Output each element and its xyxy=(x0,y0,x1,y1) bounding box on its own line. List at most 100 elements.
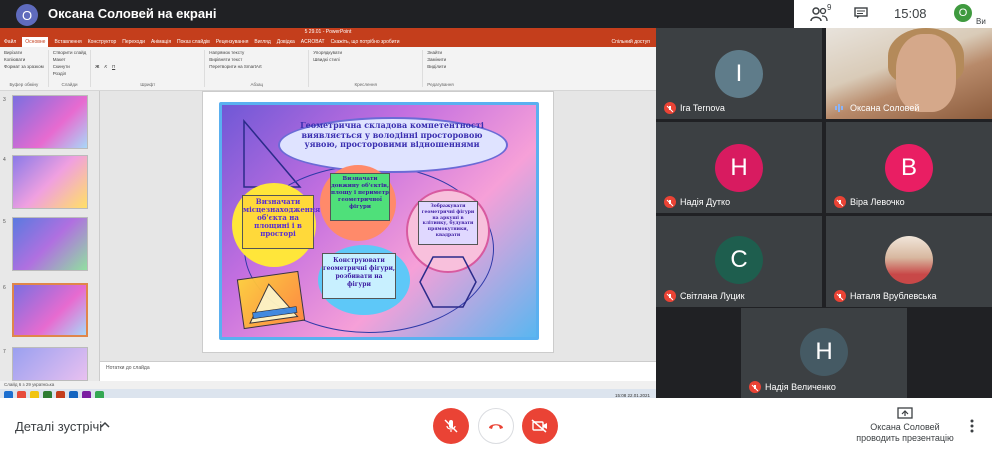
bottom-bar: Деталі зустрічі Оксана Соловей проводить… xyxy=(0,398,992,457)
mic-toggle-button[interactable] xyxy=(433,408,469,444)
notes-pane[interactable]: Нотатки до слайда xyxy=(100,361,656,381)
ribbon-item[interactable]: Виділити xyxy=(427,64,453,69)
chrome-icon[interactable] xyxy=(95,390,104,398)
presenting-status[interactable]: Оксана Соловей проводить презентацію xyxy=(848,422,962,444)
presenting-name: Оксана Соловей xyxy=(870,422,940,432)
meeting-details-button[interactable]: Деталі зустрічі xyxy=(15,419,102,434)
participant-tile[interactable]: Н Надія Величенко xyxy=(741,308,907,398)
speaking-icon xyxy=(835,104,843,112)
mic-off-icon xyxy=(834,196,846,208)
ribbon-group-label: Абзац xyxy=(250,82,264,87)
ribbon-item[interactable]: Створити слайд xyxy=(53,50,87,55)
ribbon-item[interactable]: Замінити xyxy=(427,57,453,62)
more-options-icon[interactable] xyxy=(970,419,974,433)
slide-thumbnail[interactable] xyxy=(12,95,88,149)
present-screen-icon[interactable] xyxy=(897,407,913,419)
ppt-tab[interactable]: Рецензування xyxy=(216,37,249,47)
chevron-up-icon[interactable] xyxy=(100,420,110,430)
ppt-body: 3 4 5 6 7 Геометрична складова компетент… xyxy=(0,91,656,398)
thumb-number: 4 xyxy=(3,157,6,163)
participant-tile-video[interactable]: Оксана Соловей xyxy=(826,28,992,119)
status-bar: Слайд 6 з 29 українська xyxy=(0,381,656,389)
ribbon-item[interactable]: Перетворити на SmartArt xyxy=(209,64,304,69)
mic-off-icon xyxy=(749,381,761,393)
ribbon-group-label: Буфер обміну xyxy=(9,82,39,87)
participant-grid: I Ira Ternova Оксана Соловей Н Надія Дут… xyxy=(656,28,992,398)
participant-name: Світлана Луцик xyxy=(680,291,745,301)
ppt-tab[interactable]: Вставлення xyxy=(54,37,81,47)
participant-photo-avatar xyxy=(885,236,933,284)
ppt-tab[interactable]: Конструктор xyxy=(88,37,117,47)
ppt-tab[interactable]: Переходи xyxy=(122,37,145,47)
camera-toggle-button[interactable] xyxy=(522,408,558,444)
current-slide[interactable]: Геометрична складова компетентності вияв… xyxy=(202,91,554,353)
ribbon-item[interactable]: Розділ xyxy=(53,71,87,76)
ribbon-group-label: Шрифт xyxy=(140,82,156,87)
ppt-tab[interactable]: Довідка xyxy=(277,37,295,47)
ribbon-item[interactable]: Скинути xyxy=(53,64,87,69)
ppt-title-bar: 5 29.01 - PowerPoint xyxy=(0,28,656,37)
windows-taskbar: 15:08 22.01.2021 xyxy=(0,389,656,398)
ribbon-group-editing: Знайти Замінити Виділити Редагування xyxy=(427,50,457,87)
underline-button[interactable]: П xyxy=(112,64,115,69)
participant-avatar: С xyxy=(715,236,763,284)
participant-tile[interactable]: С Світлана Луцик xyxy=(656,216,822,307)
mic-off-icon xyxy=(664,290,676,302)
leave-call-button[interactable] xyxy=(478,408,514,444)
bold-button[interactable]: Ж xyxy=(95,64,99,69)
ribbon-item[interactable]: Напрямок тексту xyxy=(209,50,304,55)
participant-tile[interactable]: Наталя Врублевська xyxy=(826,216,992,307)
people-icon[interactable] xyxy=(810,6,828,22)
excel-icon[interactable] xyxy=(43,390,52,398)
participant-tile[interactable]: В Віра Левочко xyxy=(826,122,992,213)
thumb-number: 3 xyxy=(3,97,6,103)
ribbon-item[interactable]: Упорядкувати xyxy=(313,50,418,55)
ppt-tab[interactable]: Анімація xyxy=(151,37,171,47)
ppt-tab-active[interactable]: Основне xyxy=(22,37,49,47)
participant-tile[interactable]: Н Надія Дутко xyxy=(656,122,822,213)
slide-thumbnail[interactable] xyxy=(12,217,88,271)
italic-button[interactable]: К xyxy=(104,64,107,69)
participant-tile[interactable]: I Ira Ternova xyxy=(656,28,822,119)
ribbon-item[interactable]: Вирізати xyxy=(4,50,44,55)
powerpoint-icon[interactable] xyxy=(56,390,65,398)
app-icon[interactable] xyxy=(82,390,91,398)
participant-avatar: В xyxy=(885,144,933,192)
ribbon-item[interactable]: Вирівняти текст xyxy=(209,57,304,62)
mic-off-icon xyxy=(444,419,458,433)
ribbon-item[interactable]: Копіювати xyxy=(4,57,44,62)
ribbon-item[interactable]: Швидкі стилі xyxy=(313,57,418,62)
participant-name: Ira Ternova xyxy=(680,103,725,113)
mic-off-icon xyxy=(834,290,846,302)
hexagon-shape xyxy=(419,256,477,308)
ppt-tab[interactable]: Файл xyxy=(4,37,16,47)
ppt-tab[interactable]: ACROBAT xyxy=(301,37,325,47)
box-location: Визначати місцезнаходження об'єкта на пл… xyxy=(242,195,320,249)
self-avatar[interactable]: О xyxy=(954,4,972,22)
presenting-text: проводить презентацію xyxy=(856,433,954,443)
ribbon-item[interactable]: Знайти xyxy=(427,50,453,55)
ribbon-item[interactable]: Макет xyxy=(53,57,87,62)
ribbon-group-label: Редагування xyxy=(427,82,454,87)
thumb-number: 5 xyxy=(3,219,6,225)
ppt-share[interactable]: Спільний доступ xyxy=(612,37,656,47)
ppt-tab[interactable]: Показ слайдів xyxy=(177,37,210,47)
slide-thumbnail-selected[interactable] xyxy=(12,283,88,337)
browser-icon[interactable] xyxy=(17,390,26,398)
slide-thumbnail[interactable] xyxy=(12,347,88,381)
ribbon-item[interactable]: Формат за зразком xyxy=(4,64,44,69)
top-right-panel: 9 15:08 О Ви xyxy=(794,0,992,28)
presentation-title: Оксана Соловей на екрані xyxy=(48,6,217,21)
chat-icon[interactable] xyxy=(854,7,868,19)
ppt-tab[interactable]: Вигляд xyxy=(254,37,270,47)
box-length-area: Визначати довжину об'єктів, площу і пери… xyxy=(330,173,390,221)
participant-avatar: Н xyxy=(715,144,763,192)
slide-thumbnail[interactable] xyxy=(12,155,88,209)
word-icon[interactable] xyxy=(69,390,78,398)
start-icon[interactable] xyxy=(4,390,13,398)
folder-icon[interactable] xyxy=(30,390,39,398)
people-count: 9 xyxy=(827,3,832,12)
slide-content: Геометрична складова компетентності вияв… xyxy=(219,102,539,340)
camera-off-icon xyxy=(531,419,547,433)
ppt-tell-me[interactable]: Скажіть, що потрібно зробити xyxy=(331,37,400,47)
